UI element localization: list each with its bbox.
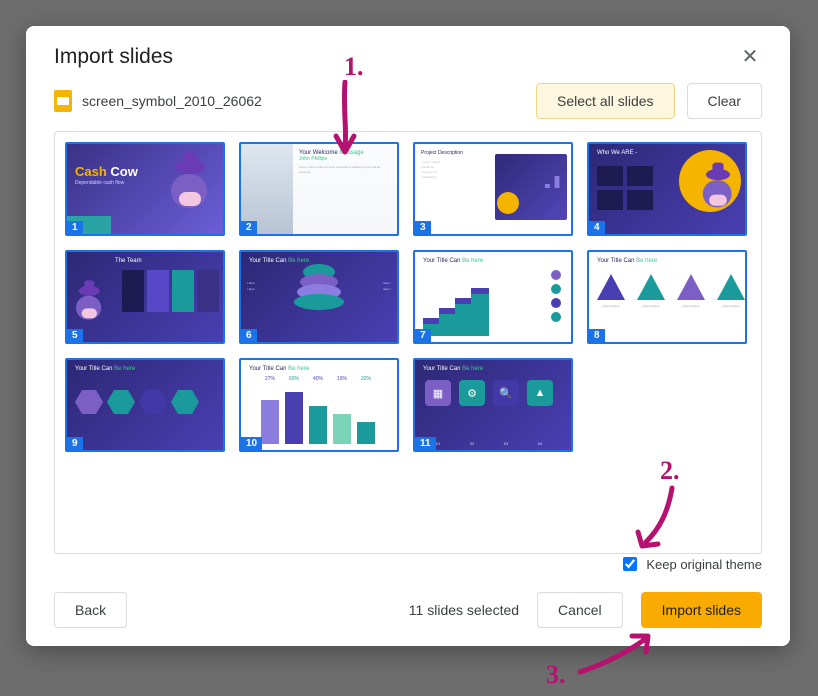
- slide-number: 6: [241, 329, 257, 342]
- dialog-header: Import slides ✕: [26, 26, 790, 79]
- slide-thumb-11[interactable]: Your Title Can Be here ▦⚙🔍▲ 01 02 03 04 …: [413, 358, 573, 452]
- slide-number: 1: [67, 221, 83, 234]
- keep-theme-checkbox[interactable]: [623, 557, 637, 571]
- thumbnails-panel: Cash Cow Dependable cash flow 1 Your Wel…: [54, 131, 762, 554]
- source-filename: screen_symbol_2010_26062: [82, 93, 262, 109]
- cow-mascot-icon: [695, 161, 741, 217]
- cow-mascot-icon: [69, 279, 110, 328]
- dialog-title: Import slides: [54, 45, 173, 69]
- selection-count: 11 slides selected: [409, 602, 519, 618]
- slide-thumb-5[interactable]: The Team 5: [65, 250, 225, 344]
- import-slides-dialog: Import slides ✕ screen_symbol_2010_26062…: [26, 26, 790, 646]
- annotation-3-label: 3.: [546, 660, 566, 690]
- slide-thumb-4[interactable]: Who We ARE - 4: [587, 142, 747, 236]
- slide-thumb-2[interactable]: Your Welcome Message John Phillips Lorem…: [239, 142, 399, 236]
- cow-mascot-icon: [161, 150, 219, 220]
- import-slides-button[interactable]: Import slides: [641, 592, 762, 628]
- dialog-footer: Back 11 slides selected Cancel Import sl…: [26, 576, 790, 646]
- slide-number: 4: [589, 221, 605, 234]
- slide1-title: Cash Cow: [75, 164, 138, 179]
- slide-number: 5: [67, 329, 83, 342]
- slide-number: 10: [241, 437, 262, 450]
- back-button[interactable]: Back: [54, 592, 127, 628]
- close-icon[interactable]: ✕: [738, 44, 762, 69]
- cancel-button[interactable]: Cancel: [537, 592, 623, 628]
- slide-number: 9: [67, 437, 83, 450]
- slide-thumb-1[interactable]: Cash Cow Dependable cash flow 1: [65, 142, 225, 236]
- slide-thumb-8[interactable]: Your Title Can Be here Lorem ipsumLorem …: [587, 250, 747, 344]
- keep-theme-row: Keep original theme: [26, 554, 790, 576]
- select-all-button[interactable]: Select all slides: [536, 83, 675, 119]
- slide-number: 11: [415, 437, 436, 450]
- slide-number: 8: [589, 329, 605, 342]
- slide-number: 7: [415, 329, 431, 342]
- slide-thumb-9[interactable]: Your Title Can Be here 9: [65, 358, 225, 452]
- file-row: screen_symbol_2010_26062 Select all slid…: [26, 79, 790, 131]
- slide1-subtitle: Dependable cash flow: [75, 180, 124, 186]
- slide-number: 3: [415, 221, 431, 234]
- slide-thumb-7[interactable]: Your Title Can Be here 7: [413, 250, 573, 344]
- slide-thumb-10[interactable]: Your Title Can Be here 27% 60% 40% 19% 2…: [239, 358, 399, 452]
- slide-thumb-3[interactable]: Project Description • Lorem ipsum• Dolor…: [413, 142, 573, 236]
- slides-file-icon: [54, 90, 72, 112]
- slide-number: 2: [241, 221, 257, 234]
- keep-theme-label: Keep original theme: [646, 557, 762, 572]
- clear-button[interactable]: Clear: [687, 83, 762, 119]
- slide-thumb-6[interactable]: Your Title Can Be here • item• item item…: [239, 250, 399, 344]
